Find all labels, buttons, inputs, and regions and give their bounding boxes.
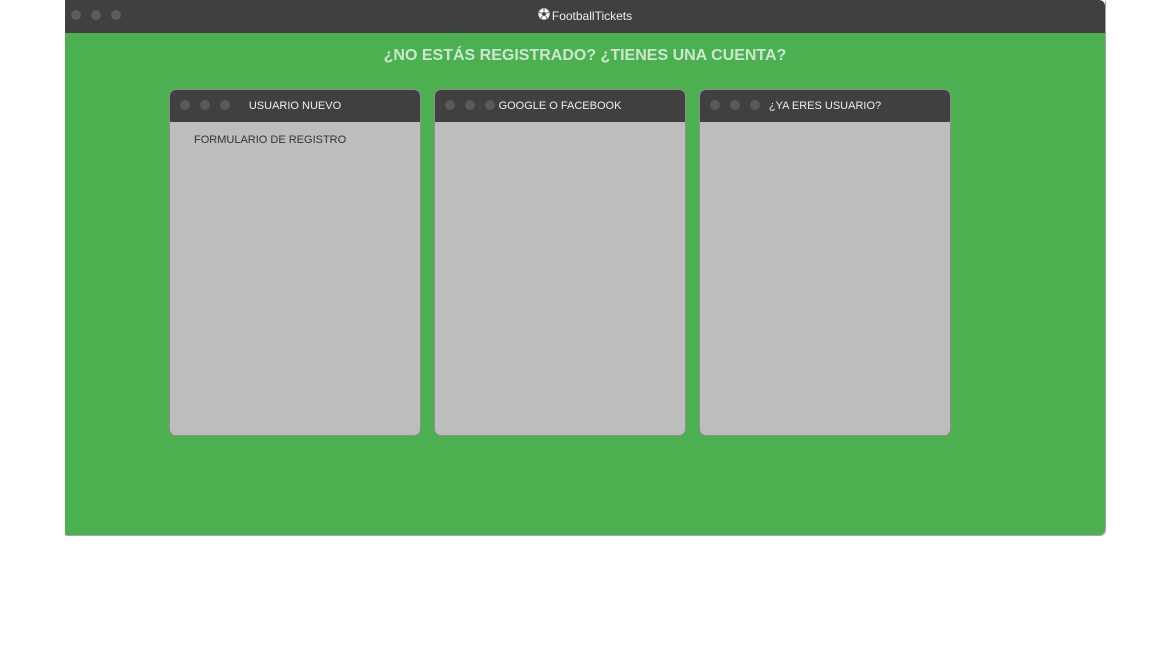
- app-window: FootballTickets ¿NO ESTÁS REGISTRADO? ¿T…: [65, 0, 1105, 535]
- card-new-user: USUARIO NUEVO FORMULARIO DE REGISTRO: [170, 90, 420, 435]
- registration-form-label: FORMULARIO DE REGISTRO: [194, 134, 347, 146]
- window-title-text: FootballTickets: [551, 9, 633, 23]
- card-social-login: GOOGLE O FACEBOOK: [435, 90, 685, 435]
- soccer-ball-icon: [538, 0, 550, 32]
- card-body: [700, 122, 950, 146]
- card-titlebar: GOOGLE O FACEBOOK: [435, 90, 685, 122]
- page-heading: ¿NO ESTÁS REGISTRADO? ¿TIENES UNA CUENTA…: [383, 47, 787, 64]
- card-body: [435, 122, 685, 146]
- window-titlebar[interactable]: FootballTickets: [65, 0, 1105, 33]
- card-titlebar: USUARIO NUEVO: [170, 90, 420, 122]
- card-titlebar: ¿YA ERES USUARIO?: [700, 90, 950, 122]
- card-title: ¿YA ERES USUARIO?: [768, 100, 882, 112]
- card-title: GOOGLE O FACEBOOK: [498, 100, 622, 112]
- window-title: FootballTickets: [65, 0, 1105, 33]
- main-content: ¿NO ESTÁS REGISTRADO? ¿TIENES UNA CUENTA…: [65, 33, 1105, 535]
- card-existing-user: ¿YA ERES USUARIO?: [700, 90, 950, 435]
- card-title: USUARIO NUEVO: [248, 100, 342, 112]
